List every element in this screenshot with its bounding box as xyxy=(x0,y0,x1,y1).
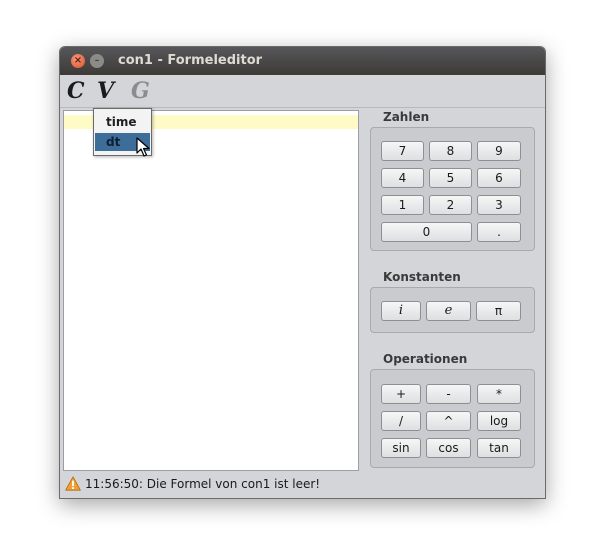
operationen-panel: + - * / ^ log sin cos tan xyxy=(370,369,535,468)
key-8[interactable]: 8 xyxy=(429,141,472,161)
key-3[interactable]: 3 xyxy=(477,195,521,215)
key-minus[interactable]: - xyxy=(426,384,471,404)
key-divide[interactable]: / xyxy=(381,411,421,431)
key-6[interactable]: 6 xyxy=(477,168,521,188)
key-9[interactable]: 9 xyxy=(477,141,521,161)
close-icon[interactable]: × xyxy=(71,54,85,68)
window-title: con1 - Formeleditor xyxy=(118,53,263,68)
key-pi[interactable]: π xyxy=(476,301,521,321)
toolbar: C V G xyxy=(60,75,545,108)
key-sin[interactable]: sin xyxy=(381,438,421,458)
key-plus[interactable]: + xyxy=(381,384,421,404)
operationen-title: Operationen xyxy=(383,352,468,366)
key-2[interactable]: 2 xyxy=(429,195,472,215)
graph-tool-button[interactable]: G xyxy=(131,78,150,104)
key-multiply[interactable]: * xyxy=(477,384,521,404)
minimize-icon[interactable]: – xyxy=(90,54,104,68)
key-tan[interactable]: tan xyxy=(477,438,521,458)
zahlen-panel: 7 8 9 4 5 6 1 2 3 0 . xyxy=(370,127,535,251)
key-i[interactable]: i xyxy=(381,301,421,321)
popup-item-time[interactable]: time xyxy=(95,113,150,131)
warning-icon xyxy=(65,476,81,491)
title-bar: × – con1 - Formeleditor xyxy=(60,47,545,75)
key-1[interactable]: 1 xyxy=(381,195,424,215)
key-cos[interactable]: cos xyxy=(426,438,471,458)
formel-editor-window: × – con1 - Formeleditor C V G time dt Za… xyxy=(59,46,546,499)
key-4[interactable]: 4 xyxy=(381,168,424,188)
key-7[interactable]: 7 xyxy=(381,141,424,161)
key-power[interactable]: ^ xyxy=(426,411,471,431)
key-5[interactable]: 5 xyxy=(429,168,472,188)
konstanten-title: Konstanten xyxy=(383,270,461,284)
constant-tool-button[interactable]: C xyxy=(67,78,85,104)
key-0[interactable]: 0 xyxy=(381,222,472,242)
zahlen-title: Zahlen xyxy=(383,110,430,124)
variable-tool-button[interactable]: V xyxy=(97,78,114,104)
key-e[interactable]: e xyxy=(426,301,471,321)
key-decimal-point[interactable]: . xyxy=(477,222,521,242)
formula-editor-area[interactable] xyxy=(63,110,359,471)
key-log[interactable]: log xyxy=(477,411,521,431)
mouse-pointer-icon xyxy=(136,137,150,157)
status-message: 11:56:50: Die Formel von con1 ist leer! xyxy=(85,477,321,491)
konstanten-panel: i e π xyxy=(370,287,535,333)
